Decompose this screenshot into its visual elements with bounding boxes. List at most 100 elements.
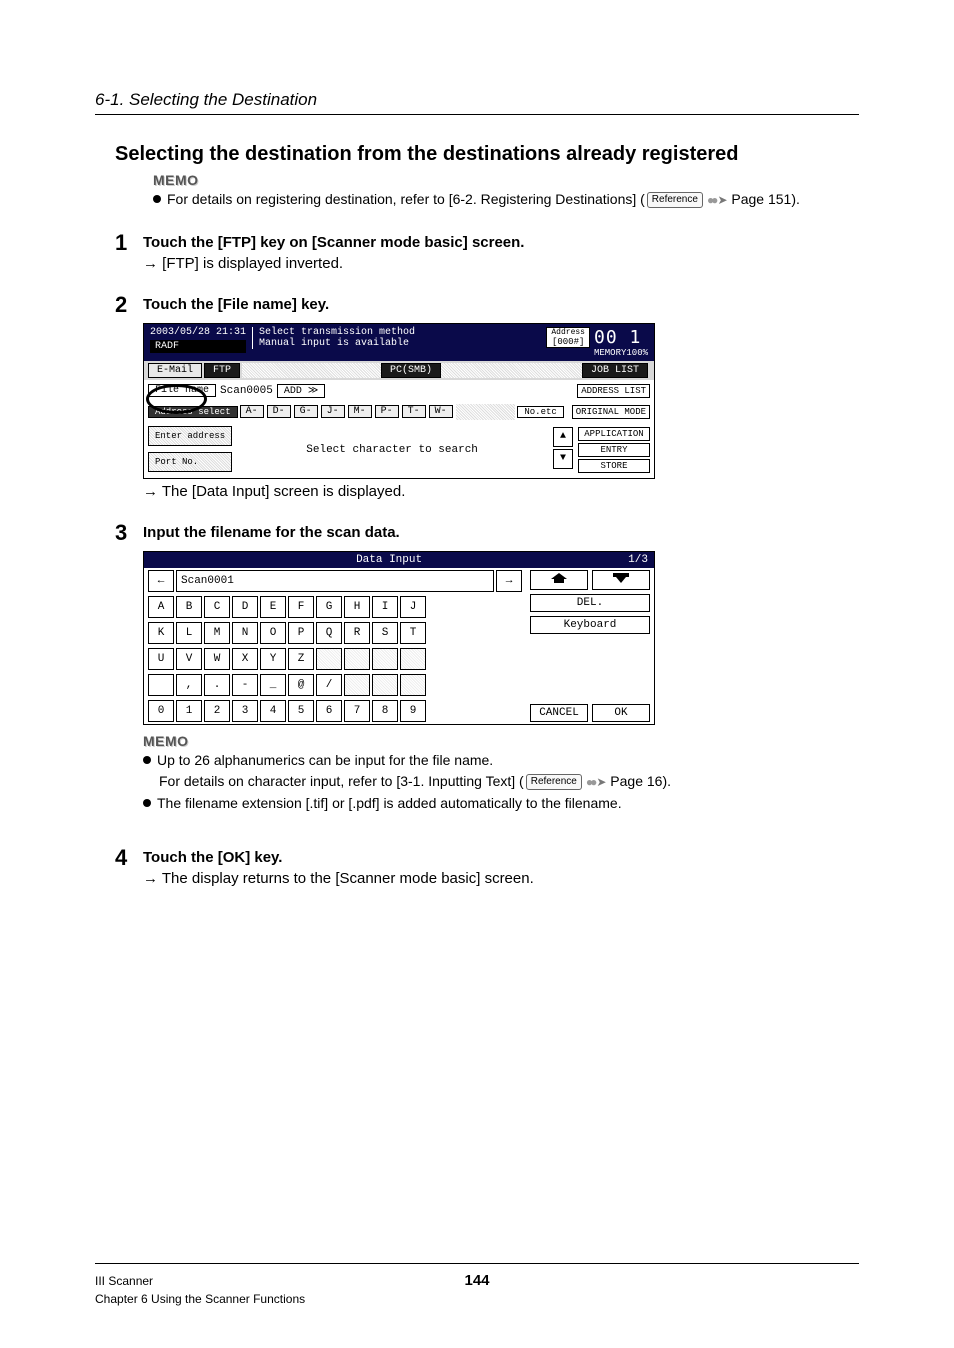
memo2-line2b: Page 16). — [606, 773, 671, 789]
dots-icon: ●● — [586, 775, 595, 789]
key-j[interactable]: J — [400, 596, 426, 618]
search-hint: Select character to search — [236, 426, 548, 474]
key-o[interactable]: O — [260, 622, 286, 644]
index-a[interactable]: A- — [240, 405, 264, 418]
scroll-down-button[interactable]: ▼ — [553, 449, 573, 469]
key-5[interactable]: 5 — [288, 700, 314, 722]
entry-button[interactable]: ENTRY — [578, 443, 650, 457]
memo2-line2a: For details on character input, refer to… — [159, 773, 524, 789]
no-etc-button[interactable]: No.etc — [517, 406, 563, 418]
key-hyphen[interactable]: - — [232, 674, 258, 696]
tab-pcsmb[interactable]: PC(SMB) — [381, 363, 441, 378]
key-e[interactable]: E — [260, 596, 286, 618]
key-s[interactable]: S — [372, 622, 398, 644]
key-t[interactable]: T — [400, 622, 426, 644]
step-note-text: The [Data Input] screen is displayed. — [158, 483, 405, 500]
key-k[interactable]: K — [148, 622, 174, 644]
keyboard-button[interactable]: Keyboard — [530, 616, 650, 634]
key-y[interactable]: Y — [260, 648, 286, 670]
address-select-button[interactable]: Address select — [148, 406, 238, 418]
key-blank — [372, 674, 398, 696]
tab-email[interactable]: E-Mail — [148, 363, 202, 378]
key-underscore[interactable]: _ — [260, 674, 286, 696]
step-3: 3 Input the filename for the scan data. … — [115, 522, 859, 826]
key-period[interactable]: . — [204, 674, 230, 696]
index-d[interactable]: D- — [267, 405, 291, 418]
index-g[interactable]: G- — [294, 405, 318, 418]
file-name-button[interactable]: File name — [148, 384, 216, 397]
index-m[interactable]: M- — [348, 405, 372, 418]
key-6[interactable]: 6 — [316, 700, 342, 722]
key-n[interactable]: N — [232, 622, 258, 644]
key-d[interactable]: D — [232, 596, 258, 618]
key-1[interactable]: 1 — [176, 700, 202, 722]
bullet-icon — [153, 195, 161, 203]
end-button[interactable] — [592, 570, 650, 590]
dots-icon: ●● — [707, 193, 716, 207]
scroll-up-button[interactable]: ▲ — [553, 427, 573, 447]
key-u[interactable]: U — [148, 648, 174, 670]
step-title: Touch the [File name] key. — [143, 296, 859, 313]
key-q[interactable]: Q — [316, 622, 342, 644]
add-button[interactable]: ADD ≫ — [277, 384, 325, 398]
enter-address-button[interactable]: Enter address — [148, 426, 232, 446]
step-title: Input the filename for the scan data. — [143, 524, 859, 541]
key-4[interactable]: 4 — [260, 700, 286, 722]
key-7[interactable]: 7 — [344, 700, 370, 722]
key-l[interactable]: L — [176, 622, 202, 644]
key-w[interactable]: W — [204, 648, 230, 670]
memo2-line1: Up to 26 alphanumerics can be input for … — [157, 752, 493, 768]
memo-label: MEMO — [153, 172, 859, 188]
key-space[interactable] — [148, 674, 174, 696]
original-mode-button[interactable]: ORIGINAL MODE — [572, 405, 650, 419]
key-v[interactable]: V — [176, 648, 202, 670]
ok-button[interactable]: OK — [592, 704, 650, 722]
key-g[interactable]: G — [316, 596, 342, 618]
nav-left-button[interactable]: ← — [148, 570, 174, 592]
reference-badge: Reference — [647, 192, 703, 208]
key-i[interactable]: I — [372, 596, 398, 618]
application-button[interactable]: APPLICATION — [578, 427, 650, 441]
key-r[interactable]: R — [344, 622, 370, 644]
address-list-button[interactable]: ADDRESS LIST — [577, 384, 650, 398]
nav-right-button[interactable]: → — [496, 570, 522, 592]
key-h[interactable]: H — [344, 596, 370, 618]
key-blank — [316, 648, 342, 670]
key-3[interactable]: 3 — [232, 700, 258, 722]
home-button[interactable] — [530, 570, 588, 590]
key-slash[interactable]: / — [316, 674, 342, 696]
delete-button[interactable]: DEL. — [530, 594, 650, 612]
key-8[interactable]: 8 — [372, 700, 398, 722]
index-t[interactable]: T- — [402, 405, 426, 418]
key-x[interactable]: X — [232, 648, 258, 670]
key-comma[interactable]: , — [176, 674, 202, 696]
key-p[interactable]: P — [288, 622, 314, 644]
index-w[interactable]: W- — [429, 405, 453, 418]
key-at[interactable]: @ — [288, 674, 314, 696]
key-2[interactable]: 2 — [204, 700, 230, 722]
index-p[interactable]: P- — [375, 405, 399, 418]
key-z[interactable]: Z — [288, 648, 314, 670]
index-j[interactable]: J- — [321, 405, 345, 418]
key-f[interactable]: F — [288, 596, 314, 618]
ready-count: 00 1 — [594, 327, 648, 348]
key-9[interactable]: 9 — [400, 700, 426, 722]
port-no-button[interactable]: Port No. — [148, 452, 232, 472]
key-c[interactable]: C — [204, 596, 230, 618]
joblist-button[interactable]: JOB LIST — [582, 363, 648, 378]
tab-ftp[interactable]: FTP — [204, 363, 240, 378]
key-b[interactable]: B — [176, 596, 202, 618]
bullet-icon — [143, 756, 151, 764]
key-m[interactable]: M — [204, 622, 230, 644]
step-note-text: The display returns to the [Scanner mode… — [158, 870, 534, 887]
store-button[interactable]: STORE — [578, 459, 650, 473]
step-number: 4 — [115, 847, 143, 869]
filename-input[interactable]: Scan0001 — [176, 570, 494, 592]
memory-label: MEMORY100% — [594, 348, 648, 358]
key-a[interactable]: A — [148, 596, 174, 618]
footer-page-number: 144 — [464, 1272, 489, 1289]
cancel-button[interactable]: CANCEL — [530, 704, 588, 722]
key-blank — [400, 674, 426, 696]
memo-block-top: MEMO For details on registering destinat… — [153, 172, 859, 210]
key-0[interactable]: 0 — [148, 700, 174, 722]
